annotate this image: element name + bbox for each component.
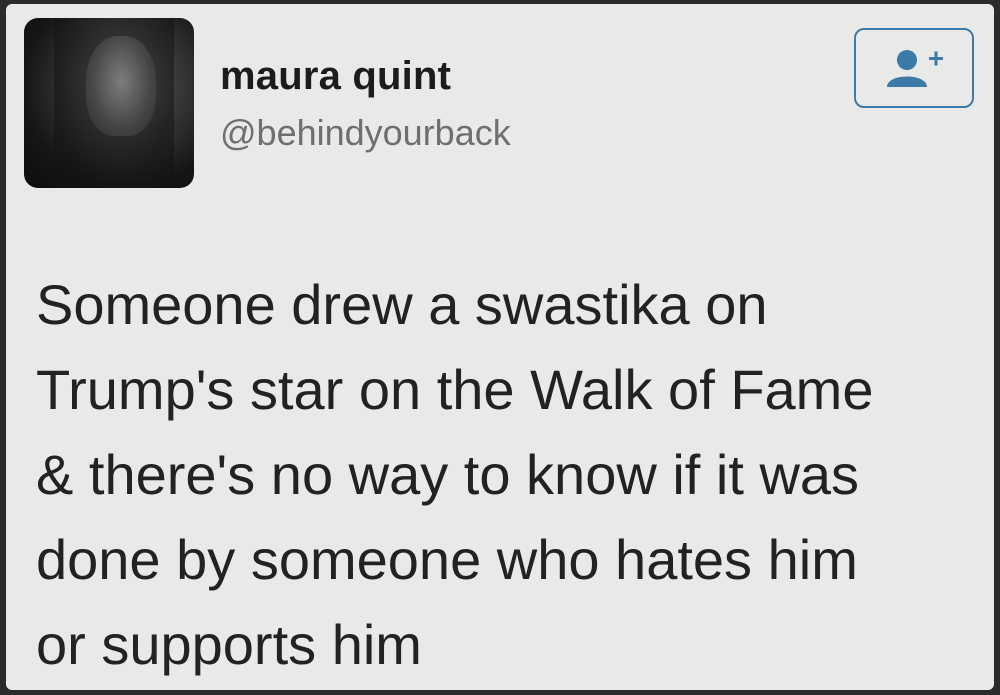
tweet-card: maura quint @behindyourback Someone drew…: [6, 4, 994, 690]
add-user-icon: [887, 50, 943, 87]
author-display-name[interactable]: maura quint: [220, 54, 451, 99]
avatar[interactable]: [24, 18, 194, 188]
tweet-text-line: Someone drew a swastika on: [36, 273, 768, 336]
tweet-text-line: Trump's star on the Walk of Fame: [36, 358, 874, 421]
tweet-text-line: & there's no way to know if it was: [36, 443, 860, 506]
tweet-text-line: done by someone who hates him: [36, 528, 858, 591]
author-handle[interactable]: @behindyourback: [220, 112, 511, 154]
tweet-text-line: or supports him: [36, 613, 422, 676]
tweet-body: Someone drew a swastika on Trump's star …: [36, 262, 976, 687]
follow-button[interactable]: [854, 28, 974, 108]
avatar-face: [86, 36, 156, 136]
